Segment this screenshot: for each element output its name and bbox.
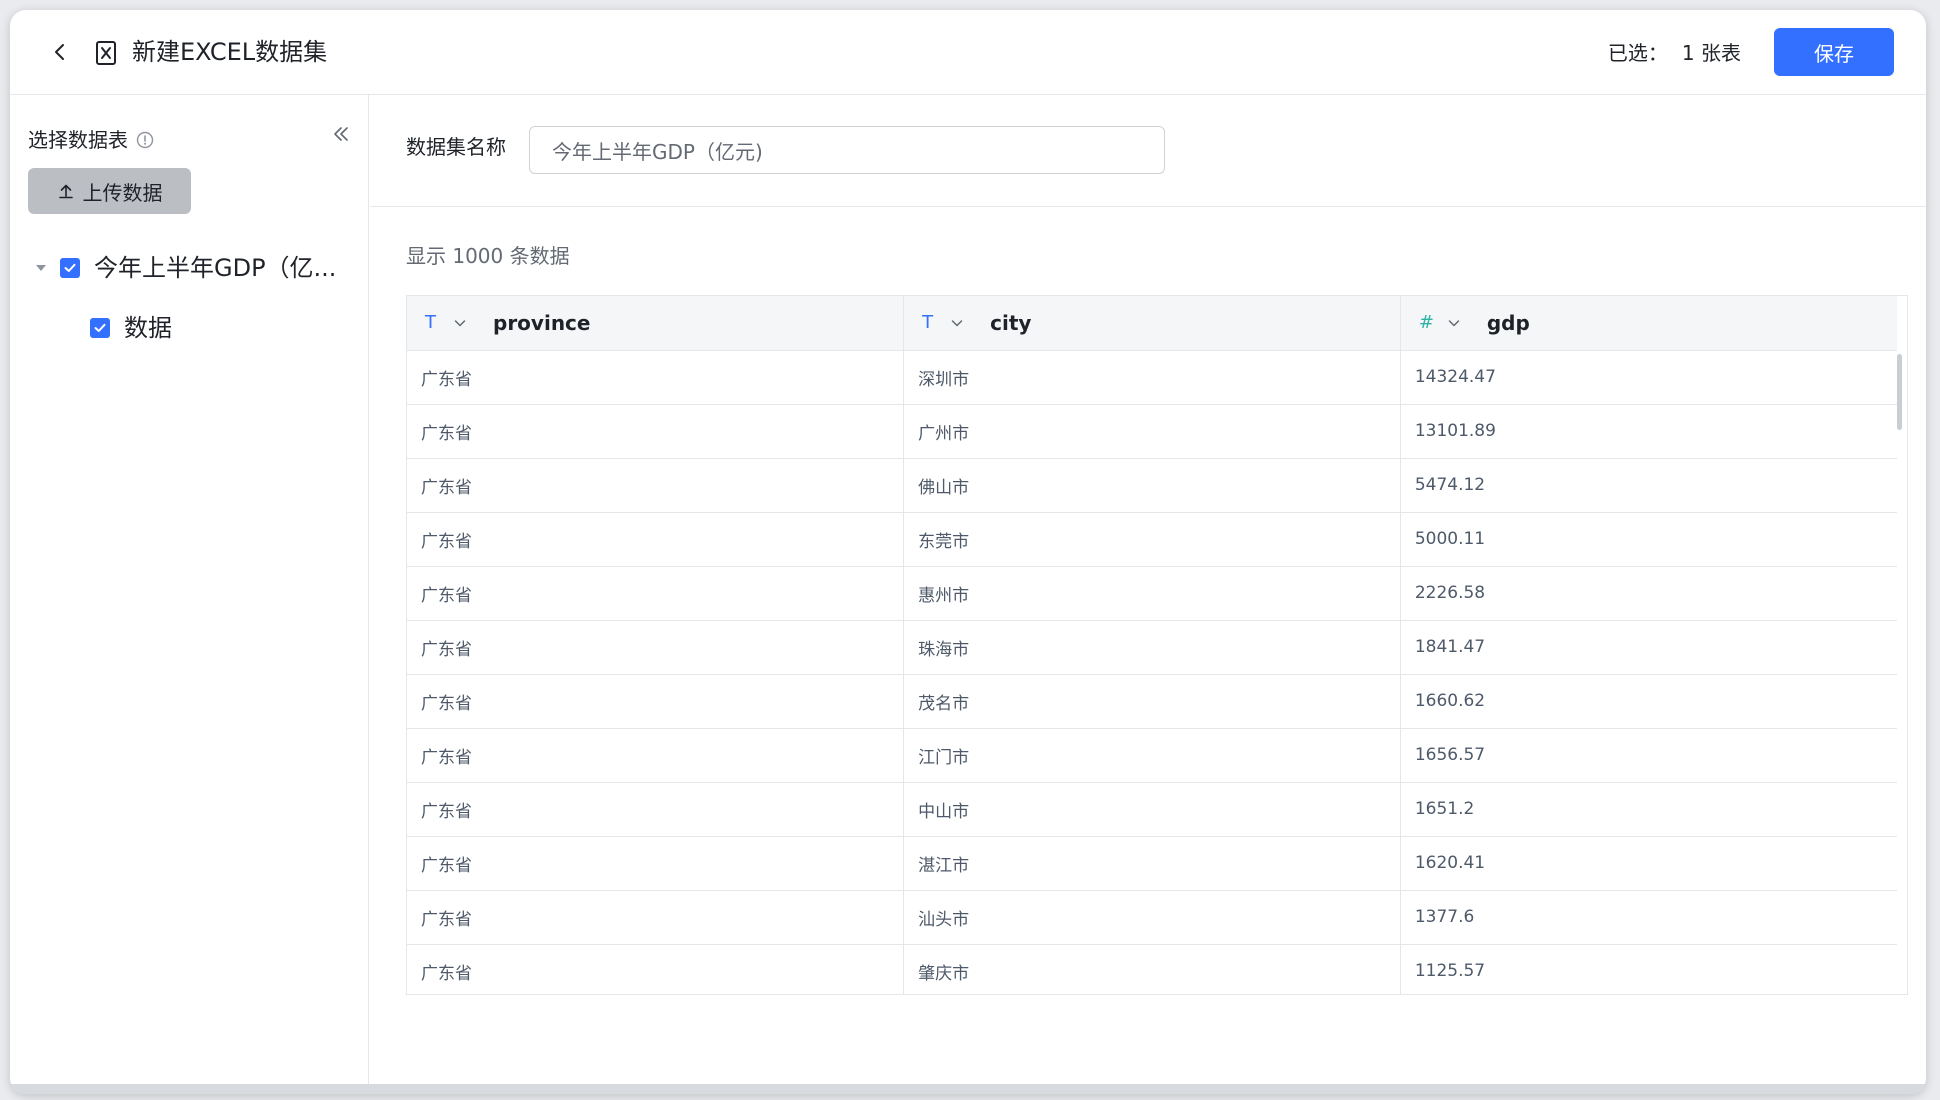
table-cell-gdp: 1841.47	[1400, 620, 1897, 675]
table-cell-province: 广东省	[407, 620, 905, 675]
caret-down-icon[interactable]	[34, 261, 48, 275]
collapse-sidebar-icon[interactable]	[330, 123, 352, 145]
table-cell-city: 江门市	[903, 728, 1401, 783]
table-row: 广东省 佛山市 5474.12	[407, 458, 1897, 513]
table-row: 广东省 肇庆市 1125.57	[407, 944, 1897, 994]
vertical-scrollbar[interactable]	[1897, 354, 1902, 430]
upload-data-label: 上传数据	[82, 180, 163, 205]
checkmark-icon	[94, 323, 106, 332]
table-cell-gdp: 13101.89	[1400, 404, 1897, 459]
chevron-down-icon[interactable]	[453, 316, 467, 330]
column-header-label: gdp	[1486, 310, 1530, 335]
chevron-down-icon[interactable]	[950, 316, 964, 330]
text-type-icon: T	[425, 312, 436, 334]
excel-file-icon	[96, 41, 116, 65]
tree-label-sheet: 今年上半年GDP（亿...	[94, 254, 337, 282]
table-cell-province: 广东省	[407, 782, 905, 837]
sidebar-title-text: 选择数据表	[28, 128, 128, 152]
table-cell-city: 汕头市	[903, 890, 1401, 945]
record-count-text: 显示 1000 条数据	[406, 244, 570, 268]
table-body: 广东省 深圳市 14324.47 广东省 广州市 13101.89 广东省 佛山市 5474.1…	[407, 350, 1897, 994]
upload-icon	[58, 184, 73, 199]
text-type-icon: T	[922, 312, 934, 334]
table-cell-city: 茂名市	[903, 674, 1401, 729]
table-cell-gdp: 1125.57	[1400, 944, 1897, 994]
table-cell-city: 中山市	[903, 782, 1401, 837]
table-cell-city: 深圳市	[903, 350, 1401, 405]
save-button[interactable]: 保存	[1774, 28, 1894, 76]
table-row: 广东省 东莞市 5000.11	[407, 512, 1897, 567]
chevron-left-icon	[55, 44, 64, 60]
table-cell-city: 珠海市	[903, 620, 1401, 675]
table-cell-province: 广东省	[407, 512, 905, 567]
table-cell-gdp: 1660.62	[1400, 674, 1897, 729]
column-header-0[interactable]: Tprovince	[407, 296, 905, 351]
window-bottom-edge	[10, 1084, 1926, 1094]
column-header-1[interactable]: Tcity	[903, 296, 1401, 351]
header-bar: 新建EXCEL数据集 已选： 1 张表 保存	[10, 10, 1926, 95]
tree-node-sheet[interactable]: 今年上半年GDP（亿...	[34, 251, 354, 285]
table-cell-gdp: 14324.47	[1400, 350, 1897, 405]
table-cell-gdp: 1377.6	[1400, 890, 1897, 945]
table-row: 广东省 汕头市 1377.6	[407, 890, 1897, 945]
tree-node-table[interactable]: 数据	[90, 311, 172, 345]
selected-count: 1 张表	[1681, 41, 1741, 65]
table-cell-gdp: 2226.58	[1400, 566, 1897, 621]
dataset-preview-panel: 数据集名称 显示 1000 条数据 TprovinceTcity#gdp 广东省…	[370, 95, 1926, 1094]
selected-label: 已选：	[1607, 41, 1668, 65]
table-row: 广东省 惠州市 2226.58	[407, 566, 1897, 621]
table-cell-gdp: 1620.41	[1400, 836, 1897, 891]
tree-label-table: 数据	[124, 314, 172, 342]
upload-data-button[interactable]: 上传数据	[28, 168, 191, 214]
table-cell-province: 广东省	[407, 944, 905, 994]
tree-checkbox-table[interactable]	[90, 318, 110, 338]
page-title: 新建EXCEL数据集	[132, 38, 328, 66]
dataset-name-label: 数据集名称	[406, 135, 506, 159]
table-cell-gdp: 1656.57	[1400, 728, 1897, 783]
table-cell-province: 广东省	[407, 566, 905, 621]
table-cell-province: 广东省	[407, 458, 905, 513]
table-row: 广东省 深圳市 14324.47	[407, 350, 1897, 405]
table-cell-province: 广东省	[407, 674, 905, 729]
table-cell-province: 广东省	[407, 728, 905, 783]
selected-tables-info: 已选： 1 张表	[1608, 36, 1741, 70]
dataset-editor-window: 新建EXCEL数据集 已选： 1 张表 保存 选择数据表 上传数据 今年上半年G…	[10, 10, 1926, 1094]
dataset-name-input[interactable]	[529, 126, 1165, 174]
back-button[interactable]	[42, 34, 78, 70]
table-cell-province: 广东省	[407, 836, 905, 891]
table-row: 广东省 湛江市 1620.41	[407, 836, 1897, 891]
column-header-label: city	[990, 310, 1032, 335]
number-type-icon: #	[1418, 312, 1434, 334]
table-cell-gdp: 5000.11	[1400, 512, 1897, 567]
chevron-down-icon[interactable]	[1447, 316, 1461, 330]
table-cell-gdp: 5474.12	[1400, 458, 1897, 513]
table-cell-gdp: 1651.2	[1400, 782, 1897, 837]
tree-checkbox-sheet[interactable]	[60, 258, 80, 278]
table-row: 广东省 中山市 1651.2	[407, 782, 1897, 837]
table-row: 广东省 江门市 1656.57	[407, 728, 1897, 783]
table-row: 广东省 广州市 13101.89	[407, 404, 1897, 459]
data-preview-table: Tprovince Tcity # gdp 广东省 深圳市 14324.47 广东省 广州市 1…	[406, 295, 1908, 995]
table-selection-sidebar: 选择数据表 上传数据 今年上半年GDP（亿... 数据	[10, 95, 369, 1094]
table-cell-city: 佛山市	[903, 458, 1401, 513]
info-icon[interactable]	[136, 131, 154, 149]
column-header-2[interactable]: # gdp	[1400, 296, 1897, 351]
table-cell-city: 惠州市	[903, 566, 1401, 621]
table-cell-province: 广东省	[407, 350, 905, 405]
checkmark-icon	[64, 263, 76, 272]
table-header-row: Tprovince Tcity # gdp	[407, 296, 1897, 351]
table-row: 广东省 茂名市 1660.62	[407, 674, 1897, 729]
dataset-name-row: 数据集名称	[370, 95, 1926, 207]
table-cell-city: 东莞市	[903, 512, 1401, 567]
column-header-label: province	[493, 310, 591, 335]
table-cell-province: 广东省	[407, 890, 905, 945]
table-cell-city: 肇庆市	[903, 944, 1401, 994]
table-cell-city: 广州市	[903, 404, 1401, 459]
table-row: 广东省 珠海市 1841.47	[407, 620, 1897, 675]
table-cell-city: 湛江市	[903, 836, 1401, 891]
table-cell-province: 广东省	[407, 404, 905, 459]
sidebar-title: 选择数据表	[28, 125, 154, 155]
